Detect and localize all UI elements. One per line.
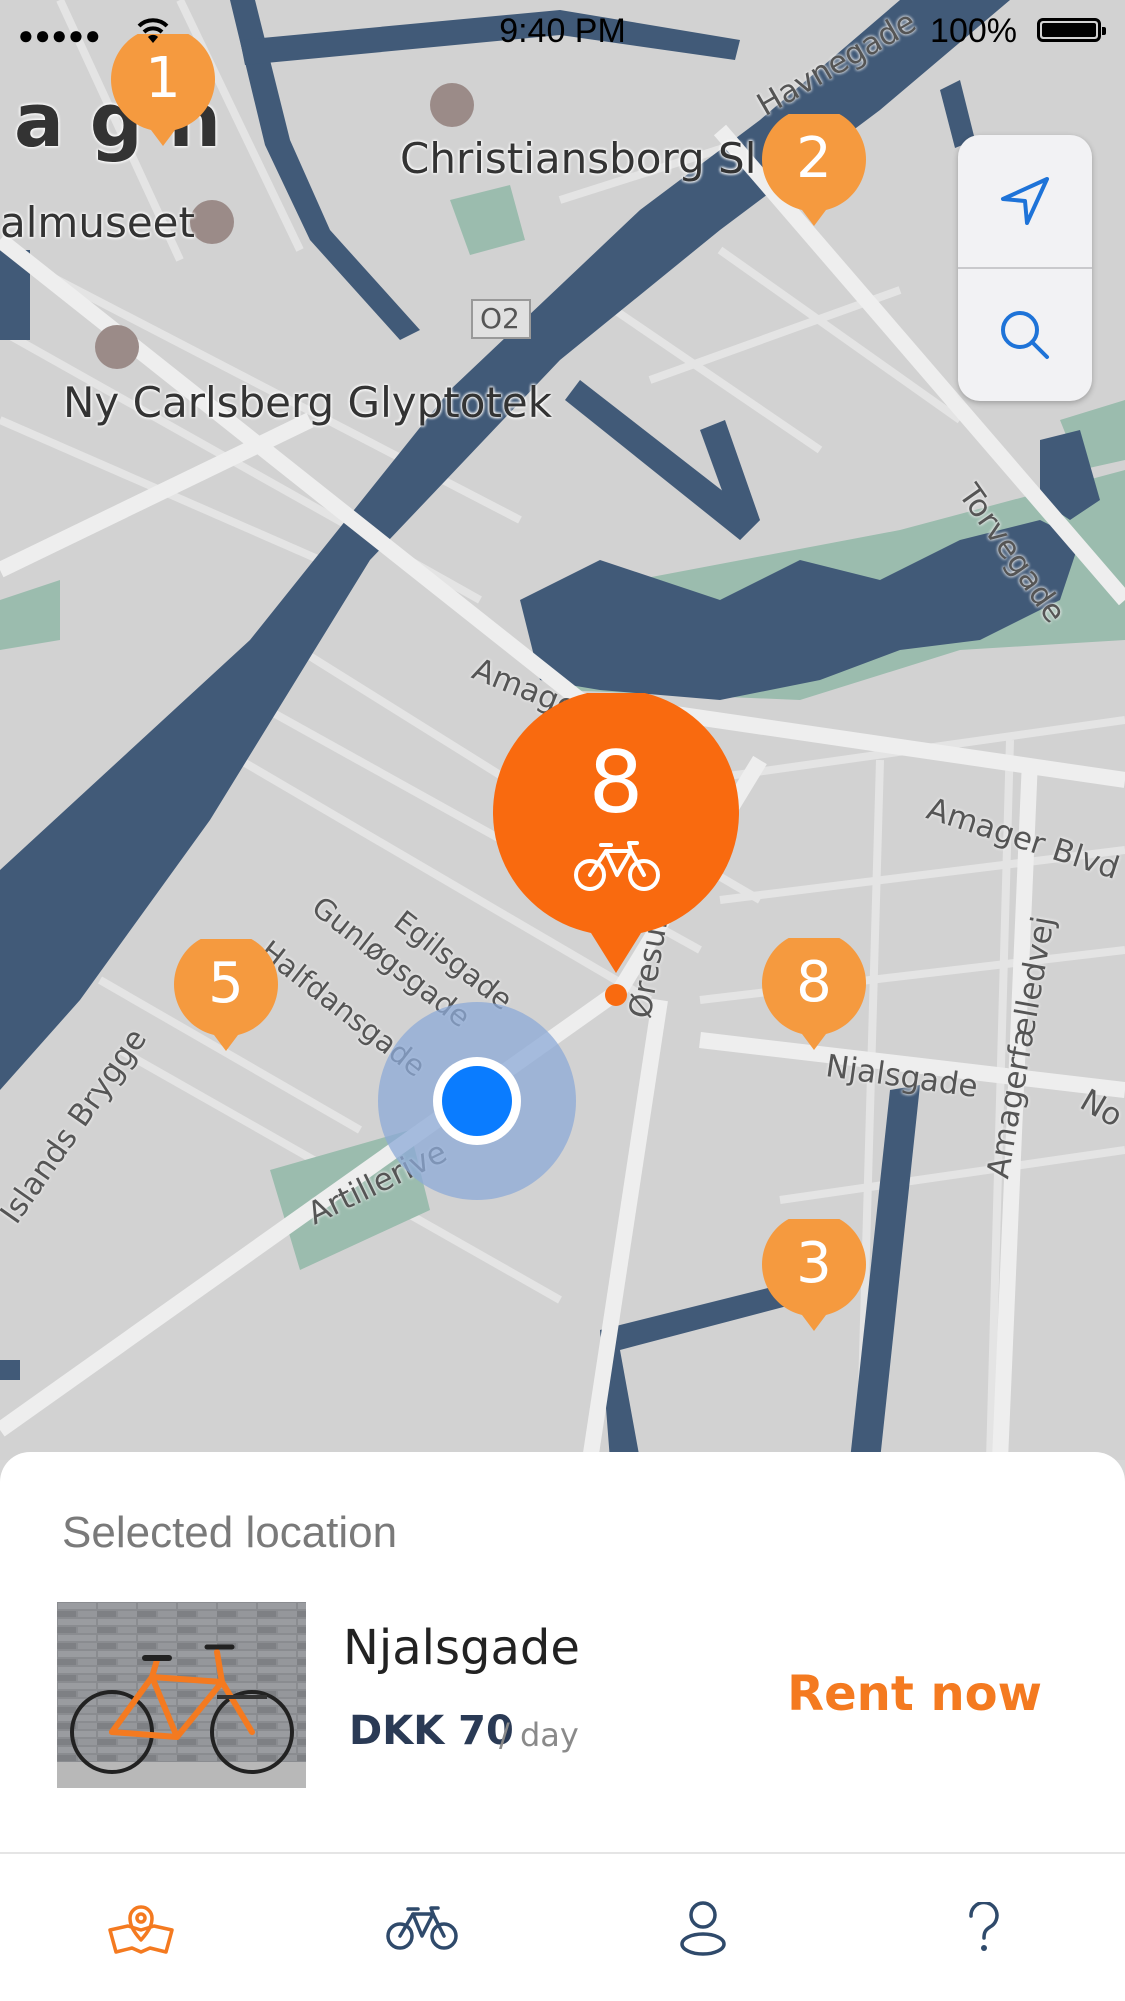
map-marker-cluster[interactable]: 5 <box>174 939 278 1055</box>
map-search-button[interactable] <box>958 269 1092 401</box>
user-icon <box>679 1900 726 1956</box>
marker-count: 2 <box>796 126 832 191</box>
bike-icon <box>574 841 660 891</box>
bike-photo <box>57 1602 306 1788</box>
price: DKK 70 <box>349 1708 514 1754</box>
map-label-museum: almuseet <box>0 198 195 247</box>
map-marker-cluster[interactable]: 8 <box>762 938 866 1054</box>
tab-help[interactable] <box>843 1854 1124 2001</box>
navigation-arrow-icon <box>1001 177 1049 225</box>
map-label-glyptotek: Ny Carlsberg Glyptotek <box>63 378 553 427</box>
route-shield-label: O2 <box>480 302 520 335</box>
tab-bikes[interactable] <box>281 1854 562 2001</box>
marker-count: 3 <box>796 1231 832 1296</box>
selected-marker-count: 8 <box>588 733 644 833</box>
locate-me-button[interactable] <box>958 135 1092 267</box>
question-icon <box>968 1901 999 1951</box>
rent-now-button[interactable]: Rent now <box>787 1666 1042 1722</box>
map-pin-icon <box>107 1904 174 1954</box>
map-marker-cluster[interactable]: 2 <box>762 114 866 230</box>
marker-count: 5 <box>208 951 244 1016</box>
price-unit: / day <box>499 1716 579 1754</box>
user-location-accuracy <box>378 1002 576 1200</box>
tab-bar <box>0 1854 1125 2001</box>
tab-profile[interactable] <box>562 1854 843 2001</box>
map-marker-cluster[interactable]: 3 <box>762 1219 866 1335</box>
map-controls <box>958 135 1092 401</box>
marker-count: 8 <box>796 950 832 1015</box>
bike-icon <box>385 1905 458 1950</box>
status-bar: ●●●●● 9:40 PM 100% <box>0 0 1125 60</box>
location-name: Njalsgade <box>343 1620 580 1676</box>
battery-percentage: 100% <box>930 12 1017 50</box>
map-view[interactable]: a g n almuseet Christiansborg Sl Ny Carl… <box>0 0 1125 1460</box>
map-label-christiansborg: Christiansborg Sl <box>400 134 757 183</box>
section-label: Selected location <box>62 1508 398 1557</box>
user-location-dot <box>433 1057 521 1145</box>
selected-location-sheet: Selected location Njalsgade DKK 70 / day… <box>0 1452 1125 1852</box>
battery-icon <box>1037 18 1106 42</box>
selected-station-marker[interactable]: 8 <box>491 693 741 1009</box>
tab-map[interactable] <box>0 1854 281 2001</box>
search-icon <box>1001 311 1049 359</box>
